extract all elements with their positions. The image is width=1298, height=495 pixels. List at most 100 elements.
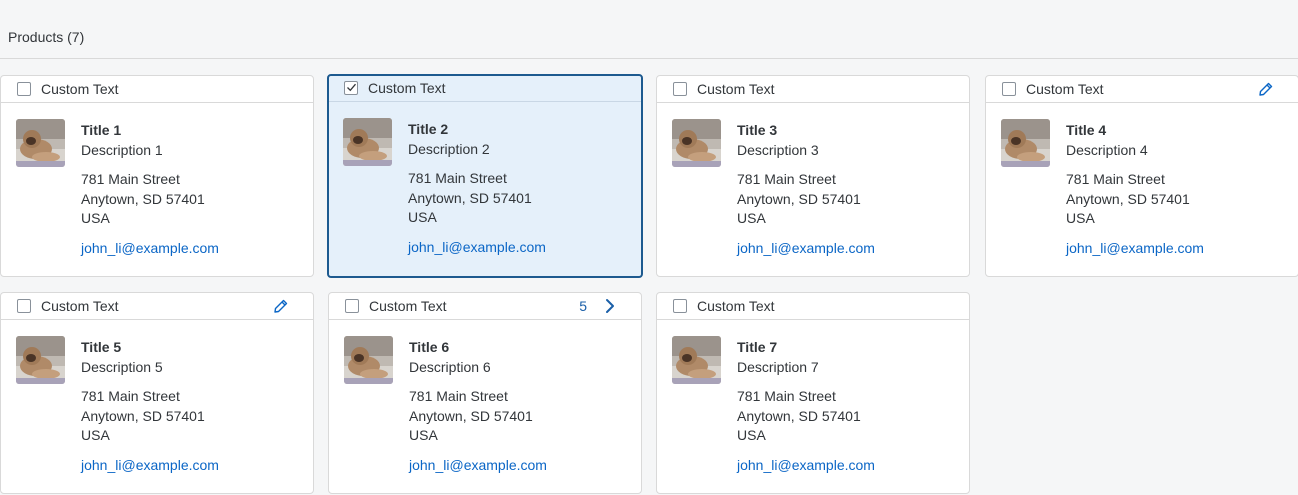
card-info: Title 4 Description 4 781 Main Street An… [1066, 121, 1204, 258]
card-title: Title 2 [408, 121, 449, 137]
card-checkbox[interactable] [1002, 82, 1016, 96]
address-line: 781 Main Street [81, 171, 180, 187]
card-header: Custom Text [986, 76, 1298, 103]
card-header-text: Custom Text [1026, 81, 1104, 97]
dog-photo [344, 336, 393, 384]
card-description: Description 3 [737, 141, 819, 158]
card-header: Custom Text [329, 76, 641, 102]
card-header: Custom Text [1, 76, 313, 103]
address-country: USA [81, 210, 110, 226]
email-link[interactable]: john_li@example.com [737, 456, 875, 476]
dog-photo [672, 336, 721, 384]
email-link[interactable]: john_li@example.com [1066, 239, 1204, 259]
card-title: Title 1 [81, 122, 122, 138]
check-icon [347, 83, 356, 92]
card-address: 781 Main Street Anytown, SD 57401 USA [737, 387, 875, 446]
card-header: Custom Text 5 [329, 293, 641, 320]
edit-icon[interactable] [1258, 81, 1274, 97]
address-line: Anytown, SD 57401 [409, 407, 533, 424]
card-checkbox[interactable] [344, 81, 358, 95]
edit-icon[interactable] [273, 298, 289, 314]
card-title: Title 3 [737, 122, 778, 138]
card-checkbox[interactable] [345, 299, 359, 313]
card-address: 781 Main Street Anytown, SD 57401 USA [408, 169, 546, 228]
card-checkbox[interactable] [17, 82, 31, 96]
product-card[interactable]: Custom Text Title 7 Description 7 781 Ma… [656, 292, 970, 494]
address-country: USA [1066, 210, 1095, 226]
address-line: Anytown, SD 57401 [408, 189, 532, 206]
card-header-text: Custom Text [41, 81, 119, 97]
address-line: Anytown, SD 57401 [81, 190, 205, 207]
chevron-right-icon[interactable] [603, 298, 617, 314]
card-header: Custom Text [1, 293, 313, 320]
card-checkbox[interactable] [673, 299, 687, 313]
address-line: 781 Main Street [409, 388, 508, 404]
card-description: Description 7 [737, 358, 819, 375]
card-info: Title 1 Description 1 781 Main Street An… [81, 121, 219, 258]
dog-photo [16, 336, 65, 384]
card-body: Title 4 Description 4 781 Main Street An… [986, 103, 1298, 275]
card-info: Title 5 Description 5 781 Main Street An… [81, 338, 219, 475]
address-line: 781 Main Street [737, 388, 836, 404]
card-address: 781 Main Street Anytown, SD 57401 USA [409, 387, 547, 446]
card-address: 781 Main Street Anytown, SD 57401 USA [1066, 170, 1204, 229]
card-title: Title 6 [409, 339, 450, 355]
avatar [16, 119, 65, 167]
email-link[interactable]: john_li@example.com [81, 456, 219, 476]
card-description: Description 1 [81, 141, 163, 158]
dog-photo [672, 119, 721, 167]
card-title: Title 7 [737, 339, 778, 355]
address-line: 781 Main Street [1066, 171, 1165, 187]
address-country: USA [81, 427, 110, 443]
card-body: Title 7 Description 7 781 Main Street An… [657, 320, 969, 492]
card-address: 781 Main Street Anytown, SD 57401 USA [81, 387, 219, 446]
card-title: Title 4 [1066, 122, 1107, 138]
address-line: Anytown, SD 57401 [1066, 190, 1190, 207]
product-card[interactable]: Custom Text Title 5 Description 5 781 Ma… [0, 292, 314, 494]
card-body: Title 1 Description 1 781 Main Street An… [1, 103, 313, 275]
product-card[interactable]: Custom Text Title 2 Description 2 781 Ma… [327, 74, 643, 278]
address-line: 781 Main Street [408, 170, 507, 186]
address-country: USA [737, 210, 766, 226]
product-card[interactable]: Custom Text Title 3 Description 3 781 Ma… [656, 75, 970, 277]
card-header-text: Custom Text [369, 298, 447, 314]
product-card[interactable]: Custom Text Title 1 Description 1 781 Ma… [0, 75, 314, 277]
product-card[interactable]: Custom Text 5 Title 6 Description 6 781 … [328, 292, 642, 494]
page-title: Products (7) [8, 29, 85, 45]
card-header-text: Custom Text [697, 81, 775, 97]
email-link[interactable]: john_li@example.com [409, 456, 547, 476]
card-header-text: Custom Text [41, 298, 119, 314]
email-link[interactable]: john_li@example.com [81, 239, 219, 259]
card-header-text: Custom Text [368, 80, 446, 96]
address-country: USA [409, 427, 438, 443]
card-description: Description 5 [81, 358, 163, 375]
email-link[interactable]: john_li@example.com [408, 238, 546, 258]
avatar [343, 118, 392, 166]
card-info: Title 3 Description 3 781 Main Street An… [737, 121, 875, 258]
card-address: 781 Main Street Anytown, SD 57401 USA [737, 170, 875, 229]
avatar [672, 119, 721, 167]
email-link[interactable]: john_li@example.com [737, 239, 875, 259]
card-checkbox[interactable] [673, 82, 687, 96]
card-description: Description 6 [409, 358, 491, 375]
card-title: Title 5 [81, 339, 122, 355]
address-line: 781 Main Street [81, 388, 180, 404]
address-line: Anytown, SD 57401 [737, 190, 861, 207]
card-body: Title 2 Description 2 781 Main Street An… [329, 102, 641, 274]
card-info: Title 2 Description 2 781 Main Street An… [408, 120, 546, 257]
address-line: Anytown, SD 57401 [81, 407, 205, 424]
card-checkbox[interactable] [17, 299, 31, 313]
card-info: Title 7 Description 7 781 Main Street An… [737, 338, 875, 475]
card-body: Title 5 Description 5 781 Main Street An… [1, 320, 313, 492]
address-country: USA [737, 427, 766, 443]
product-card[interactable]: Custom Text Title 4 Description 4 781 Ma… [985, 75, 1298, 277]
card-header: Custom Text [657, 76, 969, 103]
address-line: 781 Main Street [737, 171, 836, 187]
dog-photo [1001, 119, 1050, 167]
card-header-text: Custom Text [697, 298, 775, 314]
dog-photo [343, 118, 392, 166]
card-grid: Custom Text Title 1 Description 1 781 Ma… [0, 74, 1298, 495]
card-body: Title 3 Description 3 781 Main Street An… [657, 103, 969, 275]
avatar [1001, 119, 1050, 167]
address-country: USA [408, 209, 437, 225]
